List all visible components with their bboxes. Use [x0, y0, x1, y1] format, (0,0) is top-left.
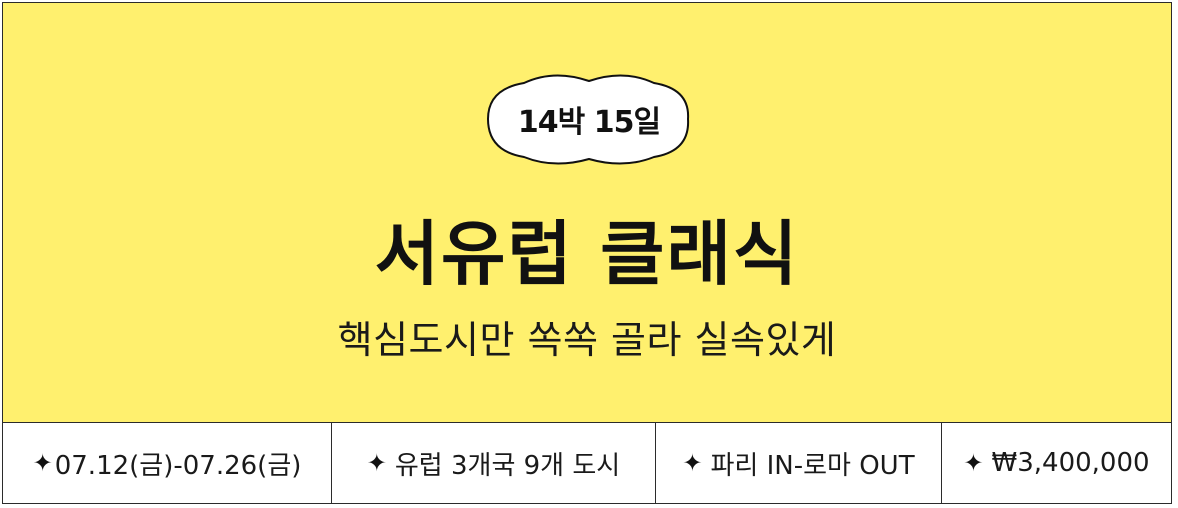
four-point-star-icon: ✦ [366, 449, 387, 477]
trip-cities-cell: ✦ 유럽 3개국 9개 도시 [332, 423, 656, 503]
hero-section: 14박 15일 서유럽 클래식 핵심도시만 쏙쏙 골라 실속있게 [3, 3, 1171, 423]
trip-route-cell: ✦ 파리 IN-로마 OUT [656, 423, 942, 503]
trip-cities-label: 유럽 3개국 9개 도시 [394, 450, 621, 481]
four-point-star-icon: ✦ [32, 449, 53, 477]
four-point-star-icon: ✦ [682, 449, 703, 477]
page-title: 서유럽 클래식 [374, 213, 800, 295]
duration-badge: 14박 15일 [484, 73, 694, 165]
trip-price-label: ₩3,400,000 [991, 448, 1150, 478]
page-subtitle: 핵심도시만 쏙쏙 골라 실속있게 [337, 318, 837, 362]
trip-dates-label: 07.12(금)-07.26(금) [54, 450, 302, 481]
promo-banner: 14박 15일 서유럽 클래식 핵심도시만 쏙쏙 골라 실속있게 ✦ 07.12… [2, 2, 1172, 504]
four-point-star-icon: ✦ [963, 449, 984, 477]
trip-route-label: 파리 IN-로마 OUT [710, 450, 915, 481]
trip-info-bar: ✦ 07.12(금)-07.26(금) ✦ 유럽 3개국 9개 도시 ✦ 파리 … [3, 423, 1171, 503]
trip-dates-cell: ✦ 07.12(금)-07.26(금) [3, 423, 332, 503]
trip-price-cell: ✦ ₩3,400,000 [942, 423, 1171, 503]
duration-label: 14박 15일 [517, 105, 661, 140]
